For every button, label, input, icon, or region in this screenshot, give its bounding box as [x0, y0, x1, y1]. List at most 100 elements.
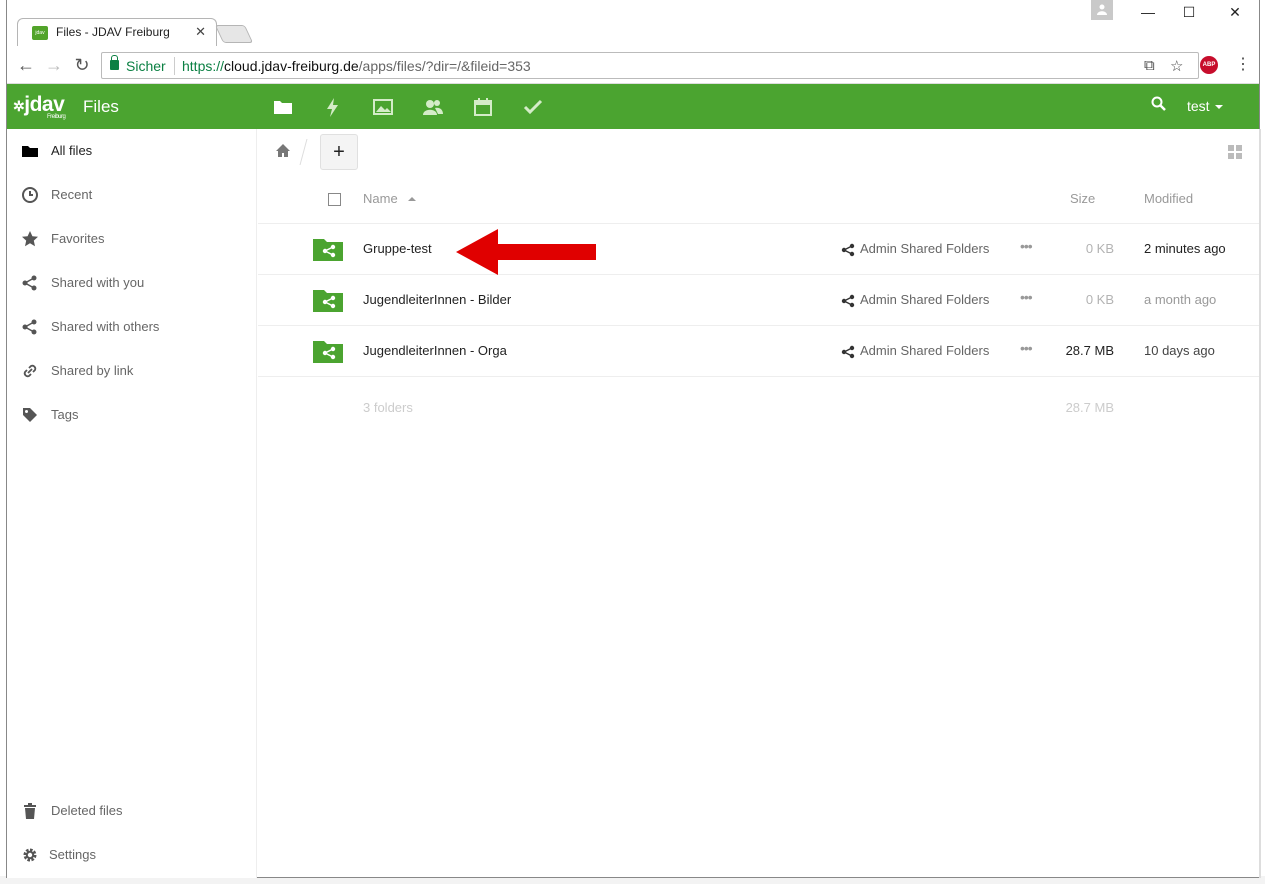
sidebar-item-tags[interactable]: Tags — [7, 393, 257, 437]
logo-subtitle: Freiburg — [47, 114, 66, 120]
gallery-icon[interactable] — [372, 96, 394, 118]
breadcrumb-separator — [292, 139, 308, 165]
sidebar-item-label: Favorites — [51, 231, 105, 246]
sidebar-item-settings[interactable]: Settings — [7, 833, 257, 877]
url-path: /apps/files/?dir=/&fileid=353 — [358, 58, 531, 74]
sidebar: All files Recent Favorites Shared with y… — [7, 129, 257, 878]
gear-icon — [23, 848, 37, 862]
sidebar-item-label: Recent — [51, 187, 93, 202]
share-icon[interactable] — [841, 243, 855, 257]
shared-folder-icon — [313, 341, 343, 363]
reload-button[interactable]: ↻ — [71, 54, 93, 76]
more-actions-icon[interactable]: ••• — [1020, 289, 1033, 305]
share-owner[interactable]: Admin Shared Folders — [860, 343, 989, 358]
file-table-header: Name Size Modified — [258, 181, 1259, 224]
sidebar-item-shared-with-others[interactable]: Shared with others — [7, 305, 257, 349]
back-button[interactable]: ← — [15, 54, 37, 76]
calendar-icon[interactable] — [472, 96, 494, 118]
bookmark-star-icon[interactable]: ☆ — [1170, 57, 1183, 75]
chevron-down-icon[interactable] — [1215, 105, 1223, 109]
address-bar[interactable]: Sicher https://cloud.jdav-freiburg.de/ap… — [101, 52, 1199, 79]
file-size: 28.7 MB — [1065, 343, 1114, 358]
table-row[interactable]: JugendleiterInnen - Bilder Admin Shared … — [258, 275, 1259, 326]
new-button[interactable]: + — [320, 134, 358, 170]
activity-icon[interactable] — [322, 96, 344, 118]
shared-folder-icon — [313, 290, 343, 312]
tab-strip: jdav Files - JDAV Freiburg ✕ — ☐ ✕ — [7, 0, 1259, 46]
select-all-checkbox[interactable] — [328, 193, 341, 206]
browser-menu-icon[interactable]: ⋮ — [1235, 54, 1251, 74]
forward-button[interactable]: → — [43, 54, 65, 76]
sidebar-item-shared-by-link[interactable]: Shared by link — [7, 349, 257, 393]
file-name[interactable]: JugendleiterInnen - Bilder — [363, 292, 511, 307]
file-name[interactable]: Gruppe-test — [363, 241, 432, 256]
sidebar-item-all-files[interactable]: All files — [7, 129, 257, 173]
share-icon[interactable] — [841, 345, 855, 359]
file-summary: 3 folders 28.7 MB — [258, 377, 1259, 433]
table-row[interactable]: Gruppe-test Admin Shared Folders ••• 0 K… — [258, 224, 1259, 275]
share-icon[interactable] — [841, 294, 855, 308]
tag-icon — [23, 408, 37, 422]
close-window-button[interactable]: ✕ — [1213, 4, 1257, 21]
lock-icon — [110, 55, 119, 70]
name-column-header[interactable]: Name — [363, 191, 398, 206]
table-row[interactable]: JugendleiterInnen - Orga Admin Shared Fo… — [258, 326, 1259, 377]
sidebar-item-label: Shared by link — [51, 363, 134, 378]
app-header: ✲jdav Freiburg Files test — [7, 84, 1259, 129]
search-icon[interactable] — [1151, 96, 1167, 112]
star-icon — [22, 231, 38, 247]
url-separator — [174, 57, 175, 75]
close-tab-icon[interactable]: ✕ — [195, 24, 206, 40]
translate-icon[interactable]: ⧉ — [1144, 57, 1155, 74]
grid-view-icon[interactable] — [1228, 145, 1242, 159]
total-size: 28.7 MB — [1065, 400, 1114, 415]
files-icon[interactable] — [272, 96, 294, 118]
file-modified: a month ago — [1144, 292, 1217, 307]
files-main: + Name Size Modified Gruppe-test Admin S… — [258, 129, 1259, 878]
folder-count: 3 folders — [363, 400, 413, 415]
minimize-button[interactable]: — — [1126, 4, 1170, 20]
modified-column-header[interactable]: Modified — [1144, 191, 1193, 206]
sidebar-item-favorites[interactable]: Favorites — [7, 217, 257, 261]
sidebar-item-label: Deleted files — [51, 803, 123, 818]
url-host: cloud.jdav-freiburg.de — [224, 58, 359, 74]
link-icon — [23, 364, 37, 378]
browser-toolbar: ← → ↻ Sicher https://cloud.jdav-freiburg… — [7, 46, 1259, 84]
url-text[interactable]: https://cloud.jdav-freiburg.de/apps/file… — [182, 58, 531, 74]
scrollbar[interactable] — [1259, 129, 1261, 878]
app-name: Files — [83, 97, 119, 116]
new-tab-button[interactable] — [214, 25, 254, 43]
jdav-logo[interactable]: ✲jdav Freiburg — [13, 93, 66, 120]
sort-ascending-icon — [408, 197, 416, 201]
sidebar-item-recent[interactable]: Recent — [7, 173, 257, 217]
share-owner[interactable]: Admin Shared Folders — [860, 292, 989, 307]
contacts-icon[interactable] — [422, 96, 444, 118]
share-icon — [22, 319, 37, 335]
user-icon — [1097, 4, 1107, 15]
sidebar-item-label: Shared with others — [51, 319, 160, 334]
more-actions-icon[interactable]: ••• — [1020, 238, 1033, 254]
maximize-button[interactable]: ☐ — [1167, 4, 1211, 21]
file-name[interactable]: JugendleiterInnen - Orga — [363, 343, 507, 358]
adblock-icon[interactable]: ABP — [1200, 56, 1218, 74]
sidebar-item-deleted-files[interactable]: Deleted files — [7, 789, 257, 833]
profile-button[interactable] — [1091, 0, 1113, 20]
sidebar-item-shared-with-you[interactable]: Shared with you — [7, 261, 257, 305]
size-column-header[interactable]: Size — [1070, 191, 1095, 206]
tasks-icon[interactable] — [522, 96, 544, 118]
sidebar-item-label: Shared with you — [51, 275, 145, 290]
sidebar-item-label: All files — [51, 143, 93, 158]
file-size: 0 KB — [1085, 241, 1114, 256]
logo-text: jdav — [24, 93, 65, 116]
user-menu[interactable]: test — [1187, 98, 1210, 114]
trash-icon — [24, 803, 36, 819]
favicon-icon: jdav — [32, 26, 48, 40]
home-icon[interactable] — [275, 143, 291, 158]
secure-label: Sicher — [126, 58, 166, 74]
sidebar-item-label: Tags — [51, 407, 79, 422]
browser-tab[interactable]: jdav Files - JDAV Freiburg ✕ — [17, 18, 217, 46]
file-size: 0 KB — [1085, 292, 1114, 307]
share-owner[interactable]: Admin Shared Folders — [860, 241, 989, 256]
more-actions-icon[interactable]: ••• — [1020, 340, 1033, 356]
tab-title: Files - JDAV Freiburg — [56, 25, 170, 39]
